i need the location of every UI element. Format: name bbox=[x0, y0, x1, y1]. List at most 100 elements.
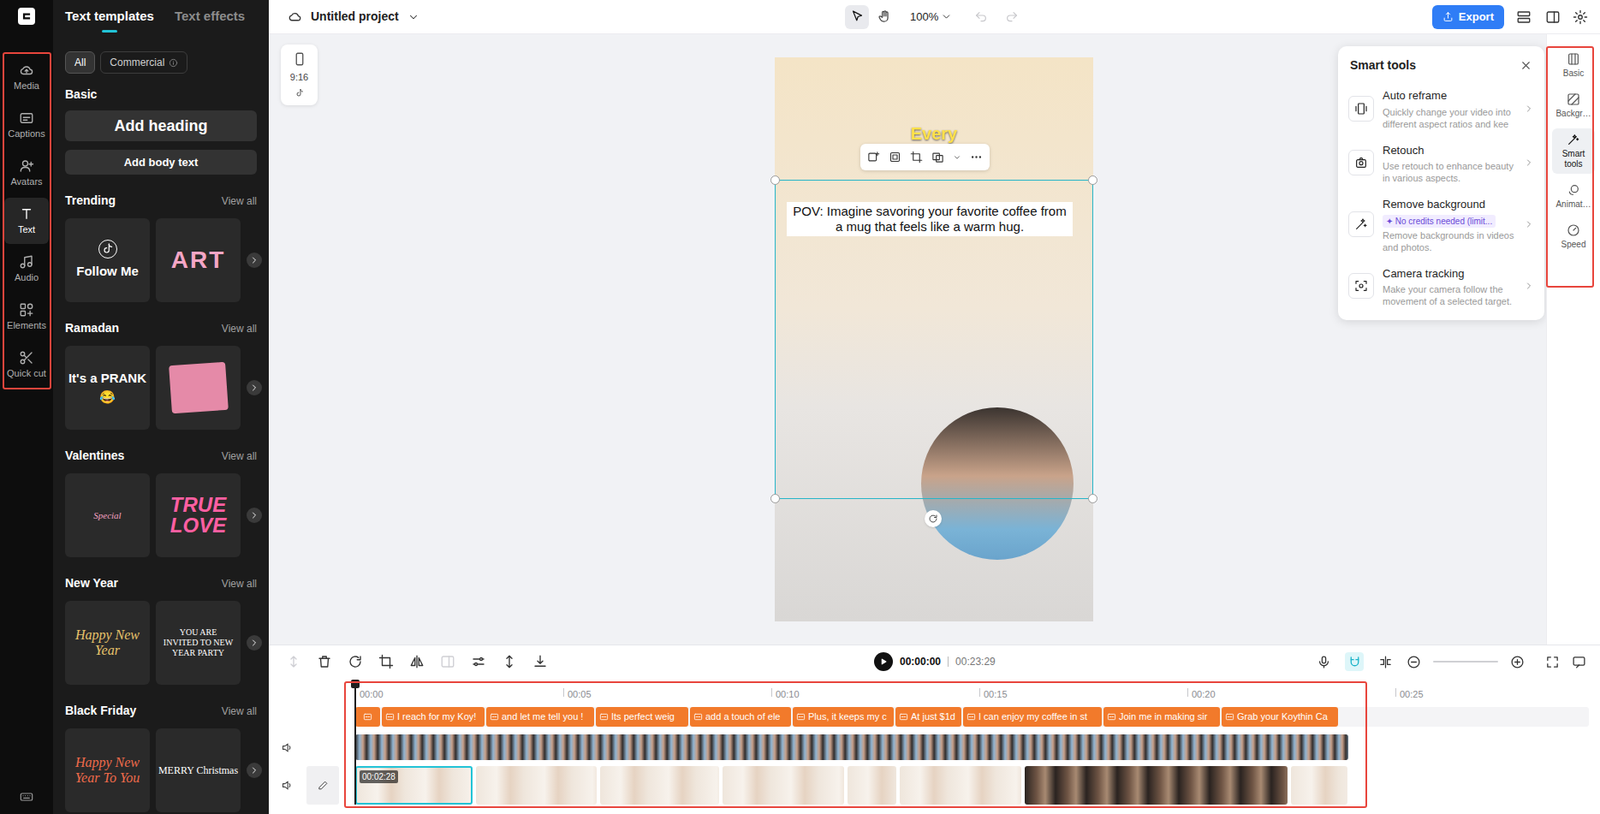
template-card[interactable]: Happy New Year bbox=[65, 600, 150, 685]
replace-icon[interactable] bbox=[931, 150, 945, 164]
panel-tab[interactable]: Text effects bbox=[174, 6, 245, 27]
undo-icon[interactable] bbox=[974, 10, 988, 24]
rail-item[interactable]: Captions bbox=[4, 101, 49, 149]
smart-tool-item[interactable]: Camera trackingMake your camera follow t… bbox=[1338, 259, 1545, 315]
resize-handle[interactable] bbox=[770, 175, 780, 185]
video-clip[interactable] bbox=[1024, 766, 1288, 805]
export-button[interactable]: Export bbox=[1432, 5, 1505, 30]
more-icon[interactable] bbox=[969, 150, 983, 164]
close-icon[interactable] bbox=[1519, 59, 1533, 72]
keyboard-icon[interactable] bbox=[19, 790, 34, 804]
template-card[interactable]: TRUE LOVE bbox=[155, 473, 241, 558]
next-icon[interactable] bbox=[246, 507, 262, 524]
template-card[interactable]: It's a PRANK 😂 bbox=[65, 345, 150, 430]
logo-icon[interactable] bbox=[17, 7, 36, 25]
rail-item[interactable]: Quick cut bbox=[4, 341, 49, 388]
caption-clip[interactable]: At just $1d bbox=[895, 707, 962, 727]
video-clip[interactable] bbox=[475, 766, 597, 805]
caption-clip[interactable]: I reach for my Koy! bbox=[381, 707, 485, 727]
project-title[interactable]: Untitled project bbox=[310, 7, 399, 26]
right-rail-item[interactable]: Basic bbox=[1552, 47, 1595, 84]
fullscreen-icon[interactable] bbox=[1545, 654, 1560, 670]
caption-text[interactable]: Every bbox=[774, 120, 1094, 147]
template-card[interactable] bbox=[155, 345, 241, 430]
next-icon[interactable] bbox=[246, 252, 262, 268]
caption-clip[interactable]: I can enjoy my coffee in st bbox=[963, 707, 1102, 727]
layers-icon[interactable] bbox=[1516, 9, 1532, 25]
template-card[interactable]: YOU ARE INVITED TO NEW YEAR PARTY bbox=[155, 600, 241, 685]
filter-chip[interactable]: Commercial bbox=[100, 51, 188, 74]
magnet-icon[interactable] bbox=[1344, 652, 1364, 672]
freeze-icon[interactable] bbox=[440, 654, 456, 670]
pointer-icon[interactable] bbox=[844, 5, 869, 30]
adjust-icon[interactable] bbox=[470, 654, 487, 670]
caption-clip[interactable]: Grab your Koythin Ca bbox=[1221, 707, 1339, 727]
filter-chip[interactable]: All bbox=[65, 51, 96, 74]
crop-icon[interactable] bbox=[378, 654, 394, 670]
chevron-icon[interactable] bbox=[952, 153, 962, 162]
caption-clip[interactable]: Join me in making sir bbox=[1103, 707, 1220, 727]
template-card[interactable]: Special bbox=[65, 473, 150, 558]
right-rail-item[interactable]: Animat… bbox=[1552, 178, 1595, 215]
resize-handle[interactable] bbox=[1088, 175, 1098, 185]
gear-icon[interactable] bbox=[1572, 9, 1589, 25]
mic-icon[interactable] bbox=[1314, 652, 1333, 672]
video-clip[interactable] bbox=[1290, 766, 1348, 805]
playhead[interactable] bbox=[354, 681, 357, 805]
redo-icon[interactable] bbox=[1005, 10, 1019, 24]
template-card[interactable]: ART bbox=[155, 218, 241, 303]
pencil-icon[interactable] bbox=[306, 766, 340, 805]
template-card[interactable]: Happy New Year To You bbox=[65, 728, 150, 813]
selection-box[interactable]: POV: Imagine savoring your favorite coff… bbox=[774, 179, 1094, 500]
right-rail-item[interactable]: Speed bbox=[1552, 219, 1595, 255]
video-frame[interactable]: Every POV: Imagine savoring your favorite… bbox=[774, 57, 1094, 622]
play-icon[interactable] bbox=[874, 652, 893, 672]
zoom-in-icon[interactable] bbox=[1510, 654, 1525, 670]
cloud-icon[interactable] bbox=[287, 9, 303, 24]
avatar-video[interactable] bbox=[921, 407, 1074, 560]
crop-icon[interactable] bbox=[910, 150, 923, 164]
panel-icon[interactable] bbox=[1545, 9, 1561, 25]
add-heading-button[interactable]: Add heading bbox=[65, 110, 257, 142]
split-icon[interactable] bbox=[285, 654, 302, 670]
right-rail-item[interactable]: Smart tools bbox=[1552, 128, 1595, 174]
flip-icon[interactable] bbox=[409, 654, 425, 670]
next-icon[interactable] bbox=[246, 635, 262, 651]
template-card[interactable]: MERRY Christmas bbox=[155, 728, 241, 813]
template-card[interactable]: Follow Me bbox=[65, 218, 150, 303]
video-clip[interactable] bbox=[847, 766, 897, 805]
right-rail-item[interactable]: Backgr… bbox=[1552, 88, 1595, 124]
download-icon[interactable] bbox=[532, 654, 548, 670]
resize-handle[interactable] bbox=[770, 493, 780, 504]
zoom-select[interactable]: 100% bbox=[910, 8, 952, 26]
loop-icon[interactable] bbox=[347, 654, 363, 670]
rail-item[interactable]: Text bbox=[4, 197, 49, 244]
image-add-icon[interactable] bbox=[867, 150, 881, 164]
smart-tool-item[interactable]: Auto reframeQuickly change your video in… bbox=[1338, 81, 1545, 137]
view-all-link[interactable]: View all bbox=[221, 448, 257, 464]
rail-item[interactable]: Audio bbox=[4, 245, 49, 292]
caption-clip[interactable]: add a touch of ele bbox=[689, 707, 792, 727]
rail-item[interactable]: Media bbox=[4, 53, 49, 101]
video-clip[interactable] bbox=[722, 766, 845, 805]
text-layer[interactable]: POV: Imagine savoring your favorite coff… bbox=[786, 202, 1073, 237]
smart-tool-item[interactable]: Remove background✦ No credits needed (li… bbox=[1338, 190, 1545, 260]
rail-item[interactable]: Avatars bbox=[4, 149, 49, 197]
view-all-link[interactable]: View all bbox=[221, 576, 257, 592]
playhead-knob[interactable] bbox=[350, 679, 360, 689]
panel-tab[interactable]: Text templates bbox=[65, 6, 155, 27]
smart-tool-item[interactable]: RetouchUse retouch to enhance beauty in … bbox=[1338, 136, 1545, 191]
zoom-out-icon[interactable] bbox=[1406, 654, 1422, 670]
zoom-slider[interactable] bbox=[1433, 660, 1499, 663]
add-body-button[interactable]: Add body text bbox=[65, 149, 257, 175]
hand-icon[interactable] bbox=[872, 5, 897, 30]
view-all-link[interactable]: View all bbox=[221, 321, 257, 337]
aspect-chip[interactable]: 9:16 bbox=[280, 44, 318, 106]
speaker-icon[interactable] bbox=[280, 779, 294, 792]
speaker-icon[interactable] bbox=[280, 741, 294, 755]
video-clip[interactable] bbox=[600, 766, 720, 805]
message-icon[interactable] bbox=[1571, 654, 1587, 670]
caption-clip[interactable]: Its perfect weig bbox=[595, 707, 689, 727]
next-icon[interactable] bbox=[246, 380, 262, 396]
frame-icon[interactable] bbox=[888, 150, 902, 164]
